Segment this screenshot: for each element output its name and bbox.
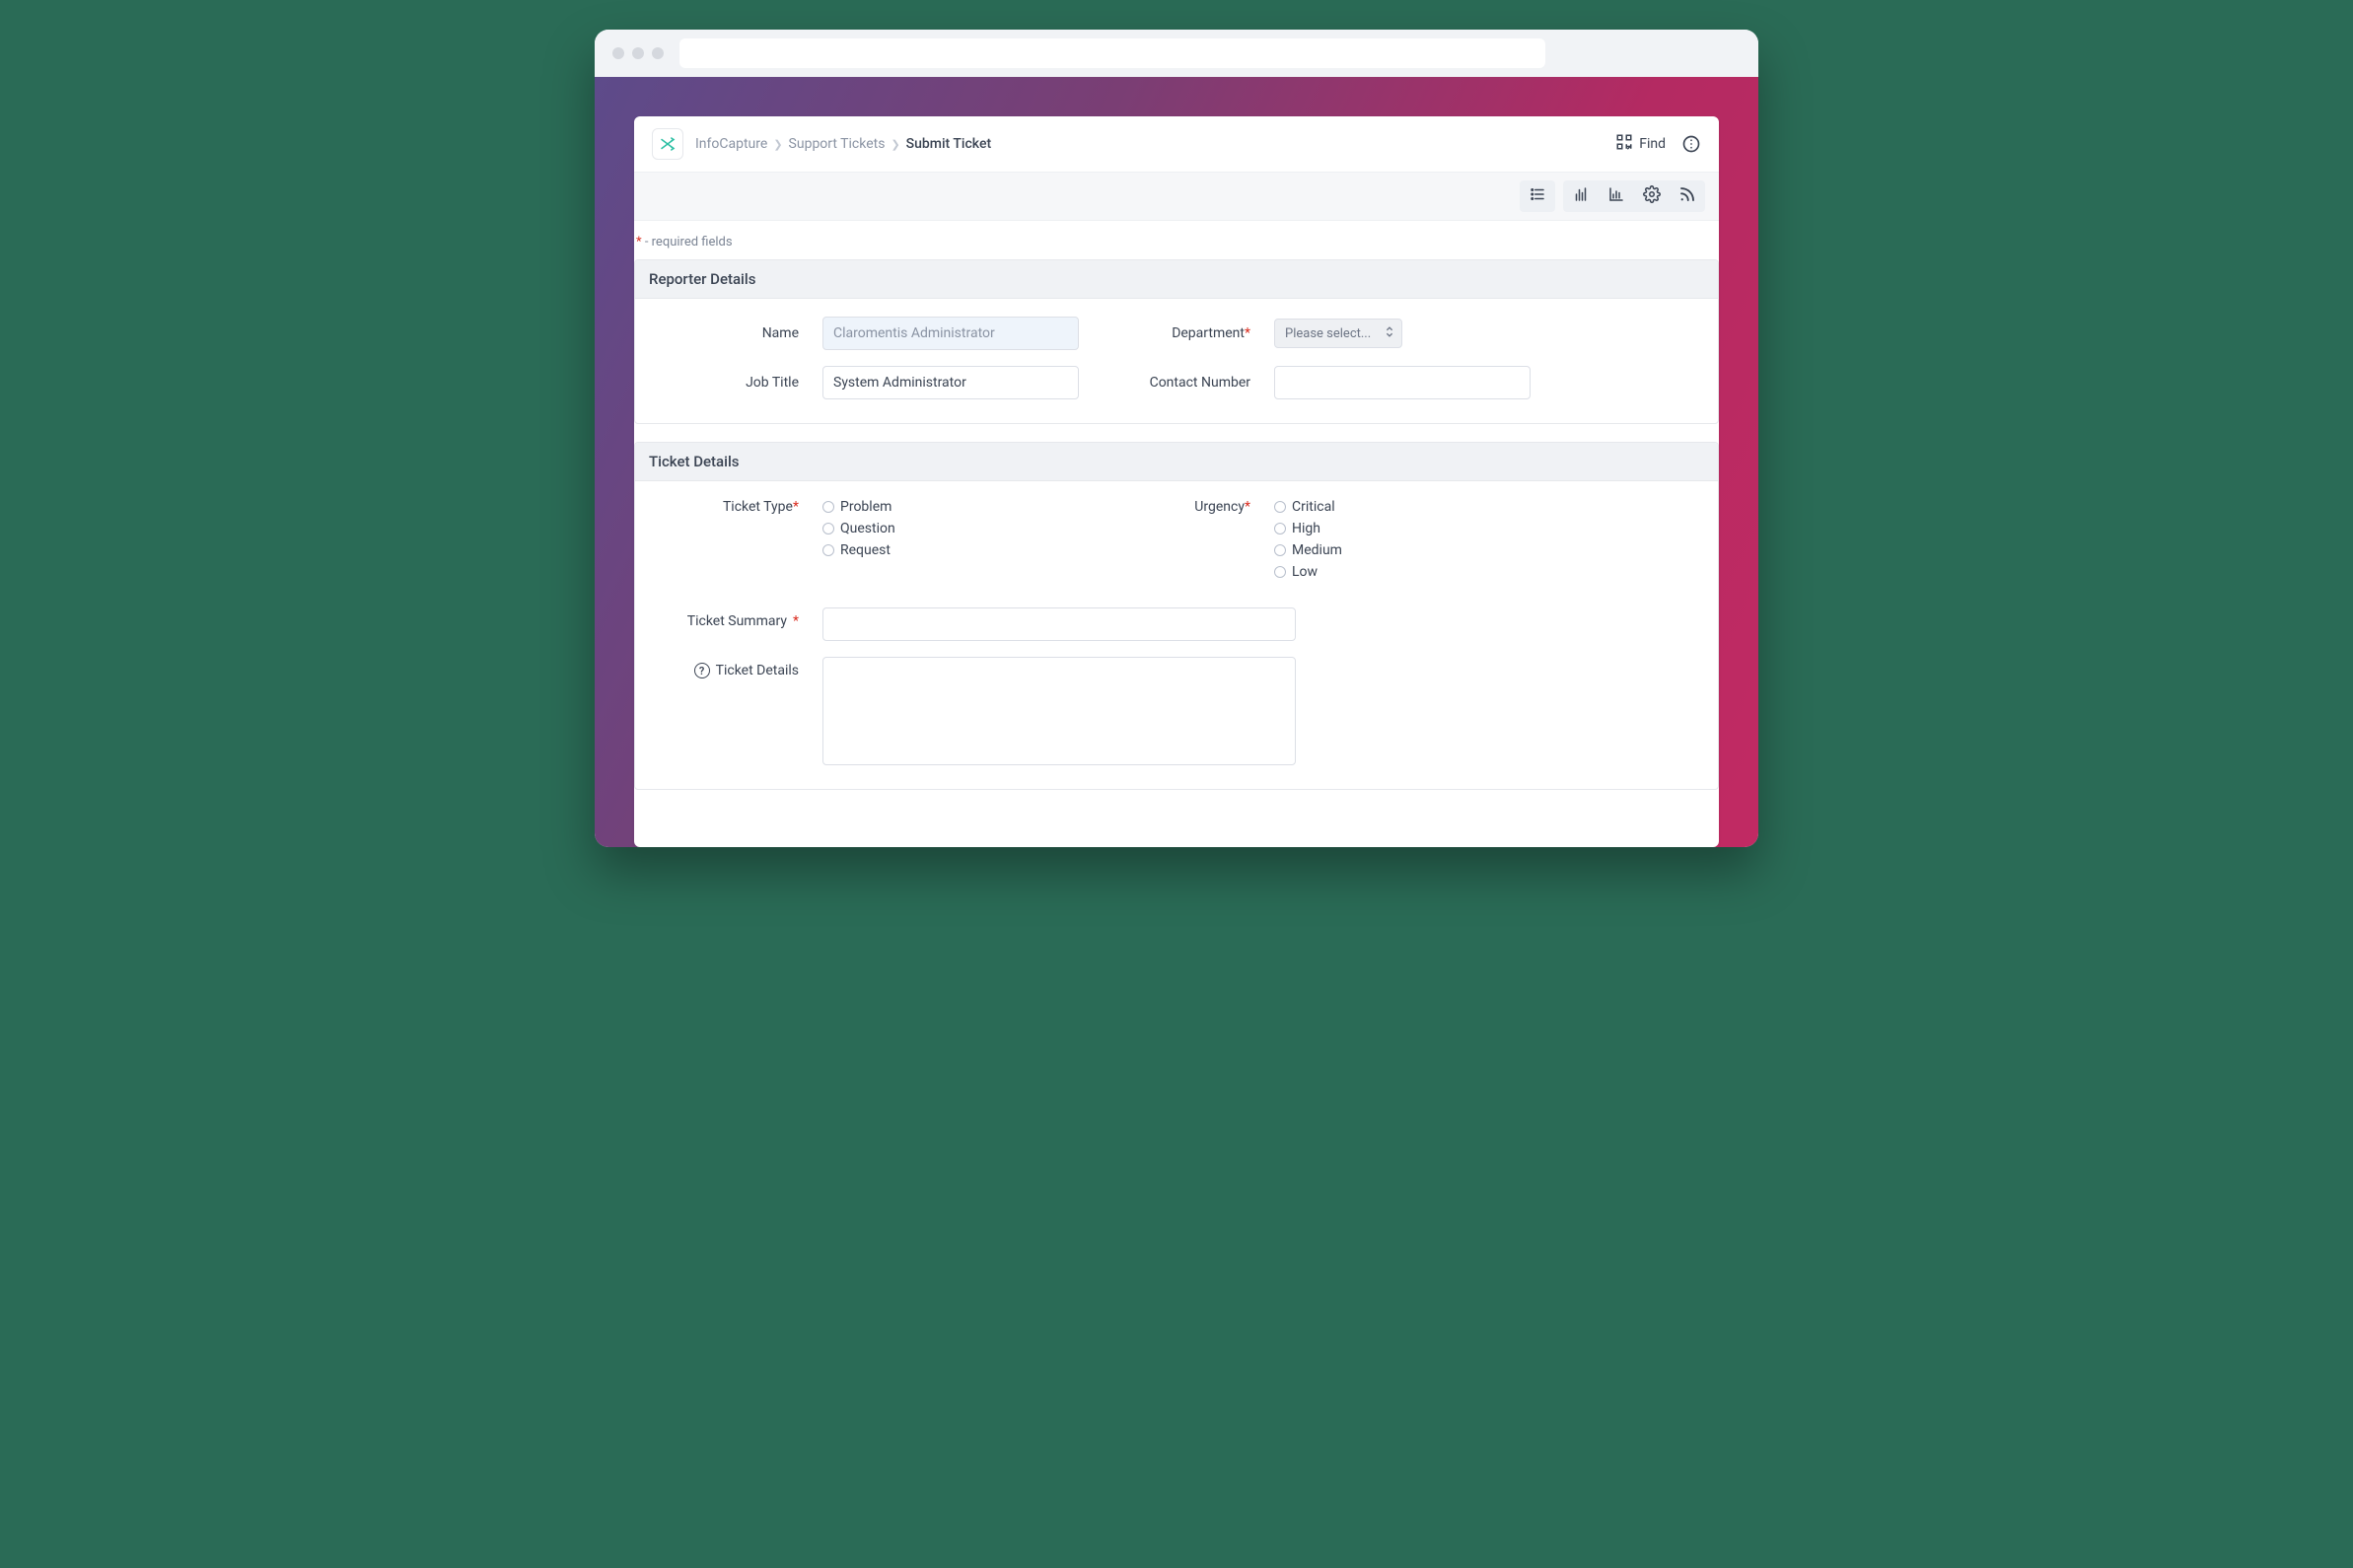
contact-number-input[interactable] [1274,366,1531,399]
ticket-type-option-problem[interactable]: Problem [822,499,1079,515]
qr-scan-icon [1615,133,1633,155]
breadcrumb-current: Submit Ticket [906,136,991,152]
content-area: * - required fields Reporter Details Nam… [634,221,1719,847]
traffic-dot-close[interactable] [612,47,624,59]
breadcrumb-support-tickets[interactable]: Support Tickets [789,136,886,152]
tool-group-main [1563,180,1705,212]
job-title-label: Job Title [651,375,799,391]
ticket-summary-label: Ticket Summary* [651,607,799,629]
rss-button[interactable] [1670,180,1705,212]
rss-icon [1678,185,1696,207]
ticket-summary-input[interactable] [822,607,1296,641]
ticket-details-panel: Ticket Details Ticket Type* Problem Ques… [634,442,1719,790]
required-text: - required fields [642,235,733,249]
ticket-panel-title: Ticket Details [635,443,1718,481]
settings-button[interactable] [1634,180,1670,212]
urgency-label: Urgency* [1103,499,1250,515]
ticket-type-option-question[interactable]: Question [822,521,1079,536]
urgency-option-high[interactable]: High [1274,521,1531,536]
name-input[interactable] [822,317,1079,350]
bar-chart-icon [1572,185,1590,207]
analytics-button[interactable] [1599,180,1634,212]
traffic-dot-maximize[interactable] [652,47,664,59]
department-select[interactable]: Please select... [1274,319,1402,348]
gear-icon [1643,185,1661,207]
analytics-chart-icon [1607,185,1625,207]
breadcrumb: InfoCapture ❯ Support Tickets ❯ Submit T… [652,128,991,160]
address-bar[interactable] [679,38,1545,68]
required-note: * - required fields [634,221,1719,259]
bar-chart-button[interactable] [1563,180,1599,212]
card-header: InfoCapture ❯ Support Tickets ❯ Submit T… [634,116,1719,173]
infocapture-logo-icon[interactable] [652,128,683,160]
urgency-options: Critical High Medium Low [1274,499,1531,580]
app-background: InfoCapture ❯ Support Tickets ❯ Submit T… [595,77,1758,847]
contact-number-label: Contact Number [1103,375,1250,391]
chevron-right-icon: ❯ [773,138,782,151]
breadcrumb-infocapture[interactable]: InfoCapture [695,136,767,152]
header-actions: Find [1615,133,1701,155]
help-icon[interactable]: ? [694,663,710,678]
job-title-input[interactable] [822,366,1079,399]
toolbar-strip [634,173,1719,221]
ticket-type-label: Ticket Type* [651,499,799,515]
find-button[interactable]: Find [1615,133,1666,155]
ticket-type-option-request[interactable]: Request [822,542,1079,558]
ticket-details-label: ? Ticket Details [651,657,799,678]
list-icon [1529,185,1546,207]
urgency-option-medium[interactable]: Medium [1274,542,1531,558]
traffic-lights [610,47,664,59]
chevron-right-icon: ❯ [891,138,899,151]
info-button[interactable] [1681,134,1701,154]
browser-window: InfoCapture ❯ Support Tickets ❯ Submit T… [595,30,1758,847]
urgency-option-low[interactable]: Low [1274,564,1531,580]
browser-titlebar [595,30,1758,77]
ticket-details-textarea[interactable] [822,657,1296,765]
department-label: Department* [1103,325,1250,341]
find-label: Find [1639,136,1666,152]
urgency-option-critical[interactable]: Critical [1274,499,1531,515]
reporter-details-panel: Reporter Details Name Department* Please… [634,259,1719,424]
name-label: Name [651,325,799,341]
list-view-button[interactable] [1520,180,1555,212]
reporter-panel-title: Reporter Details [635,260,1718,299]
ticket-type-options: Problem Question Request [822,499,1079,558]
main-card: InfoCapture ❯ Support Tickets ❯ Submit T… [634,116,1719,847]
breadcrumb-trail: InfoCapture ❯ Support Tickets ❯ Submit T… [695,136,991,152]
traffic-dot-minimize[interactable] [632,47,644,59]
tool-group-list [1520,180,1555,212]
